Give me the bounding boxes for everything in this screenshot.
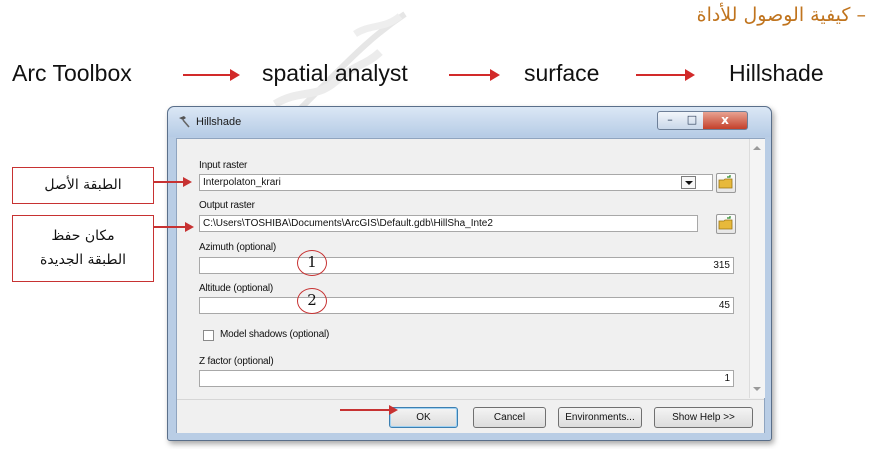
callout-output-raster: مكان حفظ الطبقة الجديدة xyxy=(12,215,154,282)
altitude-label: Altitude (optional) xyxy=(199,283,274,294)
minimize-icon: – xyxy=(667,113,673,126)
parameters-pane: Input raster Interpolaton_krari Output r… xyxy=(177,139,748,398)
close-icon: x xyxy=(721,113,729,127)
browse-output-button[interactable] xyxy=(716,214,736,234)
callout-output-line-2: الطبقة الجديدة xyxy=(39,252,127,268)
azimuth-label: Azimuth (optional) xyxy=(199,242,276,253)
ok-button[interactable]: OK xyxy=(389,407,458,428)
dialog-button-bar: OK Cancel Environments... Show Help >> xyxy=(177,399,764,433)
path-step-surface: surface xyxy=(524,60,600,86)
callout-output-line-1: مكان حفظ xyxy=(51,228,115,244)
open-folder-icon xyxy=(718,175,733,189)
arrow-icon xyxy=(636,69,695,81)
page-heading: – كيفية الوصول للأداة xyxy=(696,4,866,26)
open-folder-icon xyxy=(718,216,733,230)
azimuth-field[interactable]: 315 xyxy=(199,257,734,274)
marker-1: 1 xyxy=(297,250,327,276)
cancel-button[interactable]: Cancel xyxy=(473,407,546,428)
browse-input-button[interactable] xyxy=(716,173,736,193)
z-factor-label: Z factor (optional) xyxy=(199,356,274,367)
vertical-scrollbar[interactable] xyxy=(749,139,765,398)
close-button[interactable]: x xyxy=(703,111,748,130)
dialog-title: Hillshade xyxy=(196,116,242,128)
show-help-button[interactable]: Show Help >> xyxy=(654,407,753,428)
tool-path: Arc Toolbox spatial analyst surface Hill… xyxy=(0,60,896,90)
callout-input-raster: الطبقة الأصل xyxy=(12,167,154,204)
minimize-button[interactable]: – xyxy=(657,111,683,130)
maximize-icon: □ xyxy=(686,113,698,126)
input-raster-select[interactable]: Interpolaton_krari xyxy=(199,174,713,191)
callout-input-text: الطبقة الأصل xyxy=(44,177,122,193)
marker-2: 2 xyxy=(297,288,327,314)
output-raster-field[interactable]: C:\Users\TOSHIBA\Documents\ArcGIS\Defaul… xyxy=(199,215,698,232)
title-bar[interactable]: Hillshade – □ x xyxy=(168,107,771,137)
arrow-icon xyxy=(154,177,192,187)
environments-button[interactable]: Environments... xyxy=(558,407,642,428)
path-step-arctoolbox: Arc Toolbox xyxy=(12,60,132,86)
maximize-button[interactable]: □ xyxy=(681,111,704,130)
input-raster-label: Input raster xyxy=(199,160,248,171)
altitude-field[interactable]: 45 xyxy=(199,297,734,314)
hammer-icon xyxy=(179,116,190,128)
z-factor-field[interactable]: 1 xyxy=(199,370,734,387)
arrow-icon xyxy=(183,69,240,81)
scroll-down-icon[interactable] xyxy=(753,387,761,391)
dialog-body: Input raster Interpolaton_krari Output r… xyxy=(176,138,765,433)
hillshade-dialog: Hillshade – □ x Input raster Interpolato… xyxy=(167,106,772,441)
arrow-icon xyxy=(154,222,194,232)
chevron-down-icon[interactable] xyxy=(681,176,696,189)
ok-pointer-arrow-icon xyxy=(340,405,398,415)
output-raster-label: Output raster xyxy=(199,200,255,211)
path-step-spatial-analyst: spatial analyst xyxy=(262,60,408,86)
scroll-up-icon[interactable] xyxy=(753,146,761,150)
model-shadows-label: Model shadows (optional) xyxy=(220,329,330,340)
arrow-icon xyxy=(449,69,500,81)
model-shadows-checkbox[interactable] xyxy=(203,330,214,341)
path-step-hillshade: Hillshade xyxy=(729,60,824,86)
